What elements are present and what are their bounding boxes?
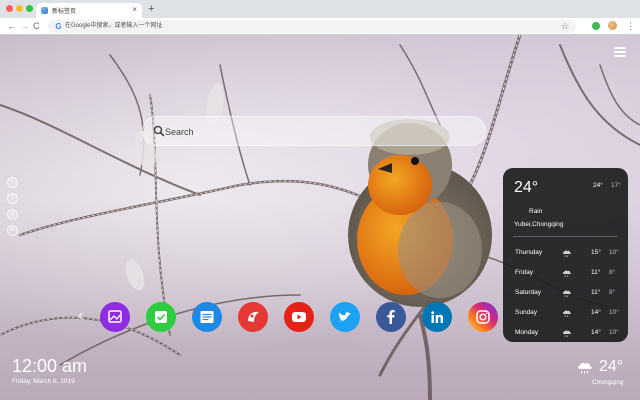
- browser-chrome: 新标签页 × + ← → C G 在Google中搜索，或者输入一个网址 ☆ ⋮: [0, 0, 640, 35]
- weather-location: Yubei,Chongqing: [514, 221, 564, 228]
- close-window-button[interactable]: [6, 5, 13, 12]
- rain-cloud-icon: [562, 330, 572, 338]
- weather-divider: [513, 236, 618, 237]
- forecast-day: Saturday: [515, 289, 542, 296]
- rain-cloud-icon: [562, 270, 572, 278]
- rain-cloud-icon: [562, 310, 572, 318]
- forecast-day: Sunday: [515, 309, 538, 316]
- tab-strip: 新标签页 × +: [0, 0, 640, 18]
- side-facebook-icon[interactable]: f: [7, 177, 18, 188]
- youtube-app-icon[interactable]: [284, 302, 314, 332]
- side-social-links: f t g in: [7, 177, 19, 241]
- forecast-day: Thursday: [515, 249, 543, 256]
- reload-button[interactable]: C: [33, 20, 40, 32]
- instagram-app-icon[interactable]: [468, 302, 498, 332]
- browser-menu-button[interactable]: ⋮: [626, 20, 635, 32]
- gallery-app-icon[interactable]: [100, 302, 130, 332]
- corner-weather-city: Chongqing: [592, 379, 624, 386]
- tab-new-tab[interactable]: 新标签页 ×: [36, 3, 142, 18]
- forecast-day: Monday: [515, 329, 539, 336]
- forecast-low: 8°: [609, 289, 616, 296]
- forward-button[interactable]: →: [20, 20, 29, 32]
- games-app-icon[interactable]: [238, 302, 268, 332]
- forecast-high: 11°: [591, 289, 601, 296]
- facebook-app-icon[interactable]: [376, 302, 406, 332]
- side-linkedin-icon[interactable]: in: [7, 225, 18, 236]
- forecast-high: 14°: [591, 329, 601, 336]
- google-icon: G: [55, 22, 62, 31]
- browser-toolbar: ← → C G 在Google中搜索，或者输入一个网址 ☆: [0, 18, 640, 35]
- forecast-low: 10°: [609, 249, 619, 256]
- weather-today-high: 24°: [593, 182, 603, 189]
- corner-weather-temp: 24°: [599, 358, 624, 375]
- bookmark-star-icon[interactable]: ☆: [561, 21, 569, 32]
- forecast-row: Saturday 11° 8°: [503, 285, 628, 305]
- clock-date: Friday, March 8, 2019: [12, 378, 75, 385]
- forecast-low: 8°: [609, 269, 616, 276]
- address-bar[interactable]: G 在Google中搜索，或者输入一个网址 ☆: [48, 20, 576, 33]
- forecast-high: 11°: [591, 269, 601, 276]
- forecast-row: Sunday 14° 10°: [503, 305, 628, 325]
- dock-prev-arrow[interactable]: ‹: [78, 306, 83, 326]
- menu-icon[interactable]: [614, 47, 626, 57]
- clock-time: 12:00 am: [12, 356, 88, 376]
- forecast-row: Monday 14° 10°: [503, 325, 628, 341]
- search-input[interactable]: [165, 124, 465, 140]
- weather-today-low: 17°: [611, 182, 621, 189]
- forecast-high: 14°: [591, 309, 601, 316]
- minimize-window-button[interactable]: [16, 5, 23, 12]
- forecast-low: 10°: [609, 329, 619, 336]
- address-bar-placeholder: 在Google中搜索，或者输入一个网址: [65, 23, 163, 29]
- side-twitter-icon[interactable]: t: [7, 193, 18, 204]
- rain-cloud-icon: [562, 290, 572, 298]
- forecast-low: 10°: [609, 309, 619, 316]
- notes-app-icon[interactable]: [192, 302, 222, 332]
- linkedin-app-icon[interactable]: [422, 302, 452, 332]
- tasks-app-icon[interactable]: [146, 302, 176, 332]
- search-icon: [153, 125, 165, 137]
- rain-cloud-icon: [562, 250, 572, 258]
- tab-close-button[interactable]: ×: [132, 5, 137, 15]
- weather-condition: Rain: [529, 208, 543, 215]
- weather-current-temp: 24°: [514, 179, 539, 196]
- maximize-window-button[interactable]: [26, 5, 33, 12]
- forecast-high: 15°: [591, 249, 601, 256]
- forecast-row: Thursday 15° 10°: [503, 245, 628, 265]
- new-tab-page: f t g in ‹ 12:00: [0, 35, 640, 400]
- tab-favicon-icon: [41, 7, 48, 14]
- search-bar[interactable]: [142, 116, 486, 146]
- forecast-row: Friday 11° 8°: [503, 265, 628, 285]
- new-tab-button[interactable]: +: [148, 3, 154, 15]
- rain-cloud-icon: [578, 362, 592, 374]
- extension-icon[interactable]: [592, 22, 600, 30]
- forecast-day: Friday: [515, 269, 534, 276]
- weather-card[interactable]: 24° 24° 17° Rain Yubei,Chongqing Thursda…: [503, 168, 628, 342]
- app-dock: ‹: [78, 300, 498, 334]
- profile-avatar[interactable]: [608, 21, 617, 30]
- twitter-app-icon[interactable]: [330, 302, 360, 332]
- back-button[interactable]: ←: [7, 20, 16, 32]
- side-google-icon[interactable]: g: [7, 209, 18, 220]
- tab-title: 新标签页: [52, 9, 77, 15]
